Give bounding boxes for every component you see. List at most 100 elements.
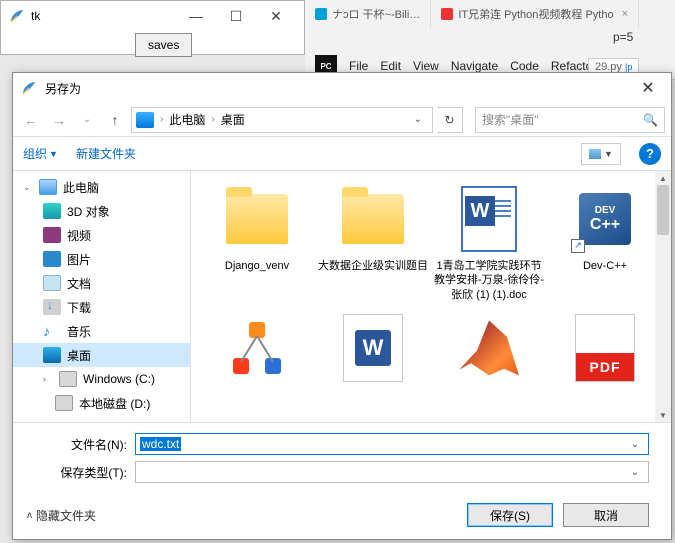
file-item[interactable]: DEVC++↗ Dev-C++ [547, 183, 663, 302]
image-icon [43, 251, 61, 267]
new-folder-button[interactable]: 新建文件夹 [76, 145, 136, 162]
chevron-down-icon[interactable]: ⌄ [626, 439, 644, 450]
word-icon: W [343, 314, 403, 382]
music-icon: ♪ [43, 323, 61, 339]
vertical-scrollbar[interactable]: ▲ ▼ [655, 171, 671, 422]
tree-pictures[interactable]: 图片 [13, 247, 190, 271]
tree-3d-objects[interactable]: 3D 对象 [13, 199, 190, 223]
tab-1-label: ナɔロ 干杯~-Bili… [332, 6, 420, 22]
refresh-button[interactable]: ↻ [437, 107, 463, 133]
filetype-label: 保存类型(T): [25, 464, 135, 481]
video-icon [43, 227, 61, 243]
menu-edit[interactable]: Edit [380, 59, 401, 73]
pdf-icon: PDF [575, 314, 635, 382]
help-button[interactable]: ? [639, 143, 661, 165]
menu-navigate[interactable]: Navigate [451, 59, 498, 73]
file-label: Django_venv [225, 259, 289, 273]
chevron-right-icon: › [211, 114, 214, 125]
devcpp-icon: DEVC++ [579, 193, 631, 245]
tree-videos[interactable]: 视频 [13, 223, 190, 247]
tree-desktop[interactable]: 桌面 [13, 343, 190, 367]
filename-label: 文件名(N): [25, 436, 135, 453]
breadcrumb-root[interactable]: 此电脑 [169, 111, 205, 128]
browser-tab-2[interactable]: IT兄弟连 Python视频教程 Pytho × [431, 0, 639, 28]
organize-button[interactable]: 组织 ▼ [23, 145, 58, 162]
nav-row: ← → ⌄ ↑ › 此电脑 › 桌面 ⌄ ↻ 搜索"桌面" 🔍 [13, 103, 671, 137]
nav-forward-button[interactable]: → [47, 108, 71, 132]
csdn-icon [441, 8, 453, 20]
dialog-footer: ʌ 隐藏文件夹 保存(S) 取消 [13, 495, 671, 539]
file-item[interactable]: W [315, 312, 431, 388]
chevron-down-icon[interactable]: ⌄ [626, 467, 644, 478]
tree-drive-c[interactable]: ›Windows (C:) [13, 367, 190, 391]
file-item[interactable]: PDF [547, 312, 663, 388]
cube-icon [43, 203, 61, 219]
document-icon [43, 275, 61, 291]
pc-icon [39, 179, 57, 195]
dialog-titlebar: 另存为 ✕ [13, 73, 671, 103]
tree-music[interactable]: ♪音乐 [13, 319, 190, 343]
tree-documents[interactable]: 文档 [13, 271, 190, 295]
download-icon [43, 299, 61, 315]
tab-2-label: IT兄弟连 Python视频教程 Pytho [458, 6, 613, 22]
pc-icon [136, 112, 154, 128]
tree-downloads[interactable]: 下载 [13, 295, 190, 319]
thumbnails-icon [589, 149, 601, 159]
mindmap-icon [227, 318, 287, 378]
tree-this-pc[interactable]: ⌄此电脑 [13, 175, 190, 199]
close-button[interactable]: ✕ [256, 2, 296, 30]
nav-recent-button[interactable]: ⌄ [75, 108, 99, 132]
search-input[interactable]: 搜索"桌面" 🔍 [475, 107, 665, 133]
drive-icon [59, 371, 77, 387]
folder-icon [226, 194, 288, 244]
file-item[interactable] [199, 312, 315, 388]
menu-file[interactable]: File [349, 59, 368, 73]
filename-value: wdc.txt [140, 437, 181, 451]
nav-up-button[interactable]: ↑ [103, 108, 127, 132]
filetype-select[interactable]: ⌄ [135, 461, 649, 483]
cancel-button[interactable]: 取消 [563, 503, 649, 527]
tk-title-text: tk [31, 9, 40, 23]
ide-background: ナɔロ 干杯~-Bili… IT兄弟连 Python视频教程 Pytho × p… [305, 0, 675, 80]
file-pane: Django_venv 大数据企业级实训题目 1青岛工学院实践环节教学安排-万泉… [191, 171, 671, 422]
nav-back-button[interactable]: ← [19, 108, 43, 132]
minimize-button[interactable]: — [176, 2, 216, 30]
maximize-button[interactable]: ☐ [216, 2, 256, 30]
drive-icon [55, 395, 73, 411]
menu-view[interactable]: View [413, 59, 439, 73]
view-mode-button[interactable]: ▼ [581, 143, 621, 165]
search-icon: 🔍 [643, 113, 658, 127]
search-placeholder: 搜索"桌面" [482, 111, 539, 128]
word-doc-icon [461, 186, 517, 252]
desktop-icon [43, 347, 61, 363]
chevron-down-icon[interactable]: ⌄ [414, 114, 428, 125]
matlab-icon [459, 320, 519, 375]
filename-section: 文件名(N): wdc.txt ⌄ 保存类型(T): ⌄ [13, 422, 671, 495]
browser-tab-1[interactable]: ナɔロ 干杯~-Bili… [305, 0, 431, 28]
bilibili-icon [315, 8, 327, 20]
file-item[interactable]: 大数据企业级实训题目 [315, 183, 431, 302]
tk-titlebar: tk — ☐ ✕ [1, 1, 304, 31]
scroll-down-icon[interactable]: ▼ [655, 408, 671, 422]
file-item[interactable]: 1青岛工学院实践环节教学安排-万泉-徐伶伶-张欣 (1) (1).doc [431, 183, 547, 302]
filename-input[interactable]: wdc.txt ⌄ [135, 433, 649, 455]
shortcut-icon: ↗ [571, 239, 585, 253]
file-label: Dev-C++ [583, 259, 627, 273]
menu-code[interactable]: Code [510, 59, 539, 73]
breadcrumb-current[interactable]: 桌面 [221, 111, 245, 128]
file-label: 大数据企业级实训题目 [318, 259, 428, 273]
file-item[interactable] [431, 312, 547, 388]
chevron-right-icon: › [160, 114, 163, 125]
dialog-close-button[interactable]: ✕ [633, 78, 663, 98]
file-item[interactable]: Django_venv [199, 183, 315, 302]
hide-folders-button[interactable]: ʌ 隐藏文件夹 [27, 507, 96, 524]
folder-icon [342, 194, 404, 244]
scroll-up-icon[interactable]: ▲ [655, 171, 671, 185]
url-fragment: p=5 [613, 30, 633, 44]
scrollbar-thumb[interactable] [657, 185, 669, 235]
save-button[interactable]: 保存(S) [467, 503, 553, 527]
tree-drive-d[interactable]: 本地磁盘 (D:) [13, 391, 190, 415]
saves-button[interactable]: saves [135, 33, 192, 57]
breadcrumb[interactable]: › 此电脑 › 桌面 ⌄ [131, 107, 433, 133]
tab-close-icon[interactable]: × [622, 8, 628, 20]
